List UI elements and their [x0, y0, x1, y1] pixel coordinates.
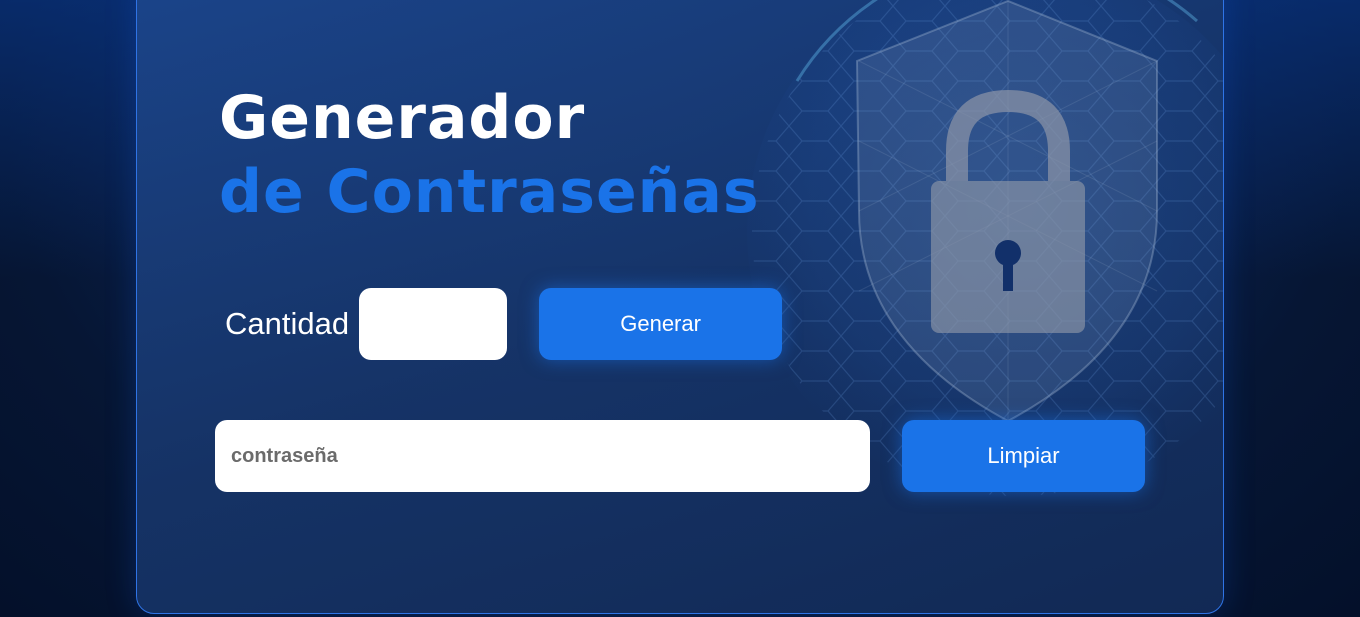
page-title: Generador de Contraseñas	[219, 81, 760, 229]
generator-row: Cantidad Generar	[225, 288, 783, 360]
clear-button[interactable]: Limpiar	[902, 420, 1145, 492]
quantity-input[interactable]	[359, 288, 508, 360]
quantity-label: Cantidad	[225, 306, 350, 341]
title-line-2: de Contraseñas	[219, 157, 760, 227]
output-row: Limpiar	[215, 420, 1145, 492]
generate-button[interactable]: Generar	[539, 288, 783, 360]
password-output-field[interactable]	[215, 420, 870, 492]
title-line-1: Generador	[219, 83, 586, 153]
generator-card: Generador de Contraseñas Cantidad Genera…	[136, 0, 1224, 614]
